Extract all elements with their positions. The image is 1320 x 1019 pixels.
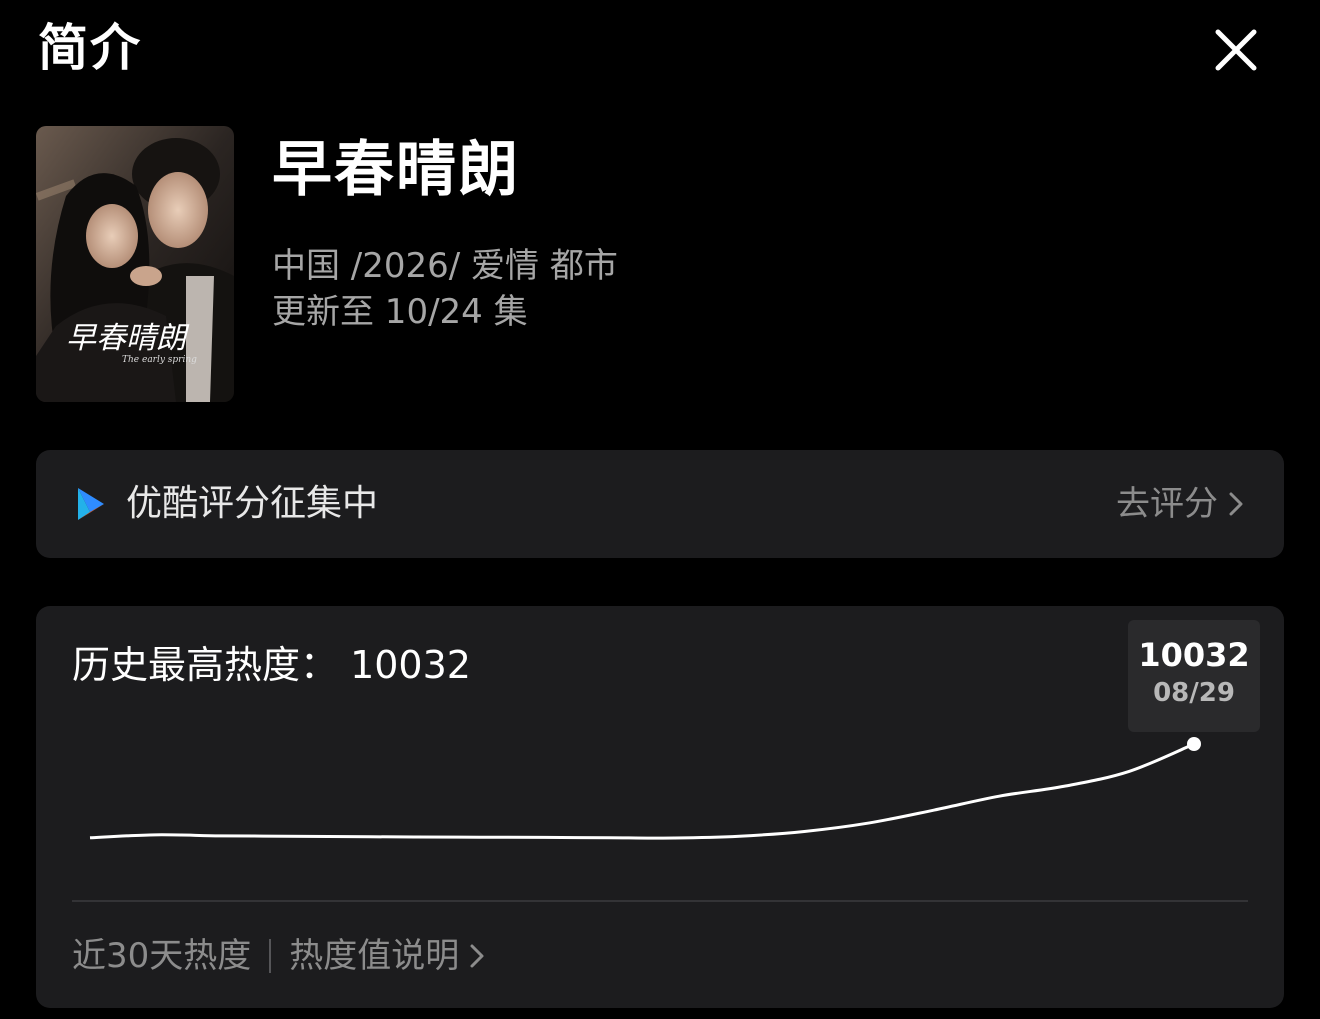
page-title: 简介	[38, 19, 142, 77]
rate-button[interactable]: 去评分	[1116, 480, 1244, 528]
heat-card: 历史最高热度： 10032 10032 08/29 近30天热度 热度值说明	[36, 606, 1284, 1008]
heat-footer: 近30天热度 热度值说明	[72, 934, 485, 978]
intro-sheet: 简介 早春晴朗 The early spring 早春晴朗 中国 /2026/ …	[0, 0, 1320, 1019]
rate-button-label: 去评分	[1116, 484, 1218, 524]
chart-tooltip: 10032 08/29	[1128, 620, 1260, 732]
heat-peak-title: 历史最高热度： 10032	[72, 643, 471, 687]
chevron-right-icon	[470, 944, 484, 968]
chart-divider	[72, 900, 1248, 902]
youku-play-icon	[78, 488, 104, 520]
close-icon	[1215, 29, 1257, 71]
show-title: 早春晴朗	[272, 135, 520, 205]
show-poster[interactable]: 早春晴朗 The early spring	[36, 126, 234, 402]
rating-bar[interactable]: 优酷评分征集中 去评分	[36, 450, 1284, 558]
chevron-right-icon	[1229, 492, 1243, 516]
poster-calligraphy: 早春晴朗	[66, 321, 190, 356]
show-meta: 中国 /2026/ 爱情 都市	[272, 246, 618, 286]
poster-subtitle: The early spring	[122, 355, 197, 365]
heat-explain-link[interactable]: 热度值说明	[289, 934, 485, 978]
heat-explain-label: 热度值说明	[289, 936, 460, 976]
tooltip-value: 10032	[1138, 636, 1250, 674]
heat-series-line	[89, 742, 1195, 840]
episode-progress: 更新至 10/24 集	[272, 292, 528, 332]
close-button[interactable]	[1208, 22, 1264, 78]
range-label: 近30天热度	[72, 936, 252, 976]
footer-divider	[269, 939, 272, 973]
peak-point[interactable]	[1187, 737, 1201, 751]
poster-image: 早春晴朗 The early spring	[36, 126, 234, 402]
rating-label: 优酷评分征集中	[126, 483, 379, 524]
tooltip-date: 08/29	[1153, 678, 1235, 708]
